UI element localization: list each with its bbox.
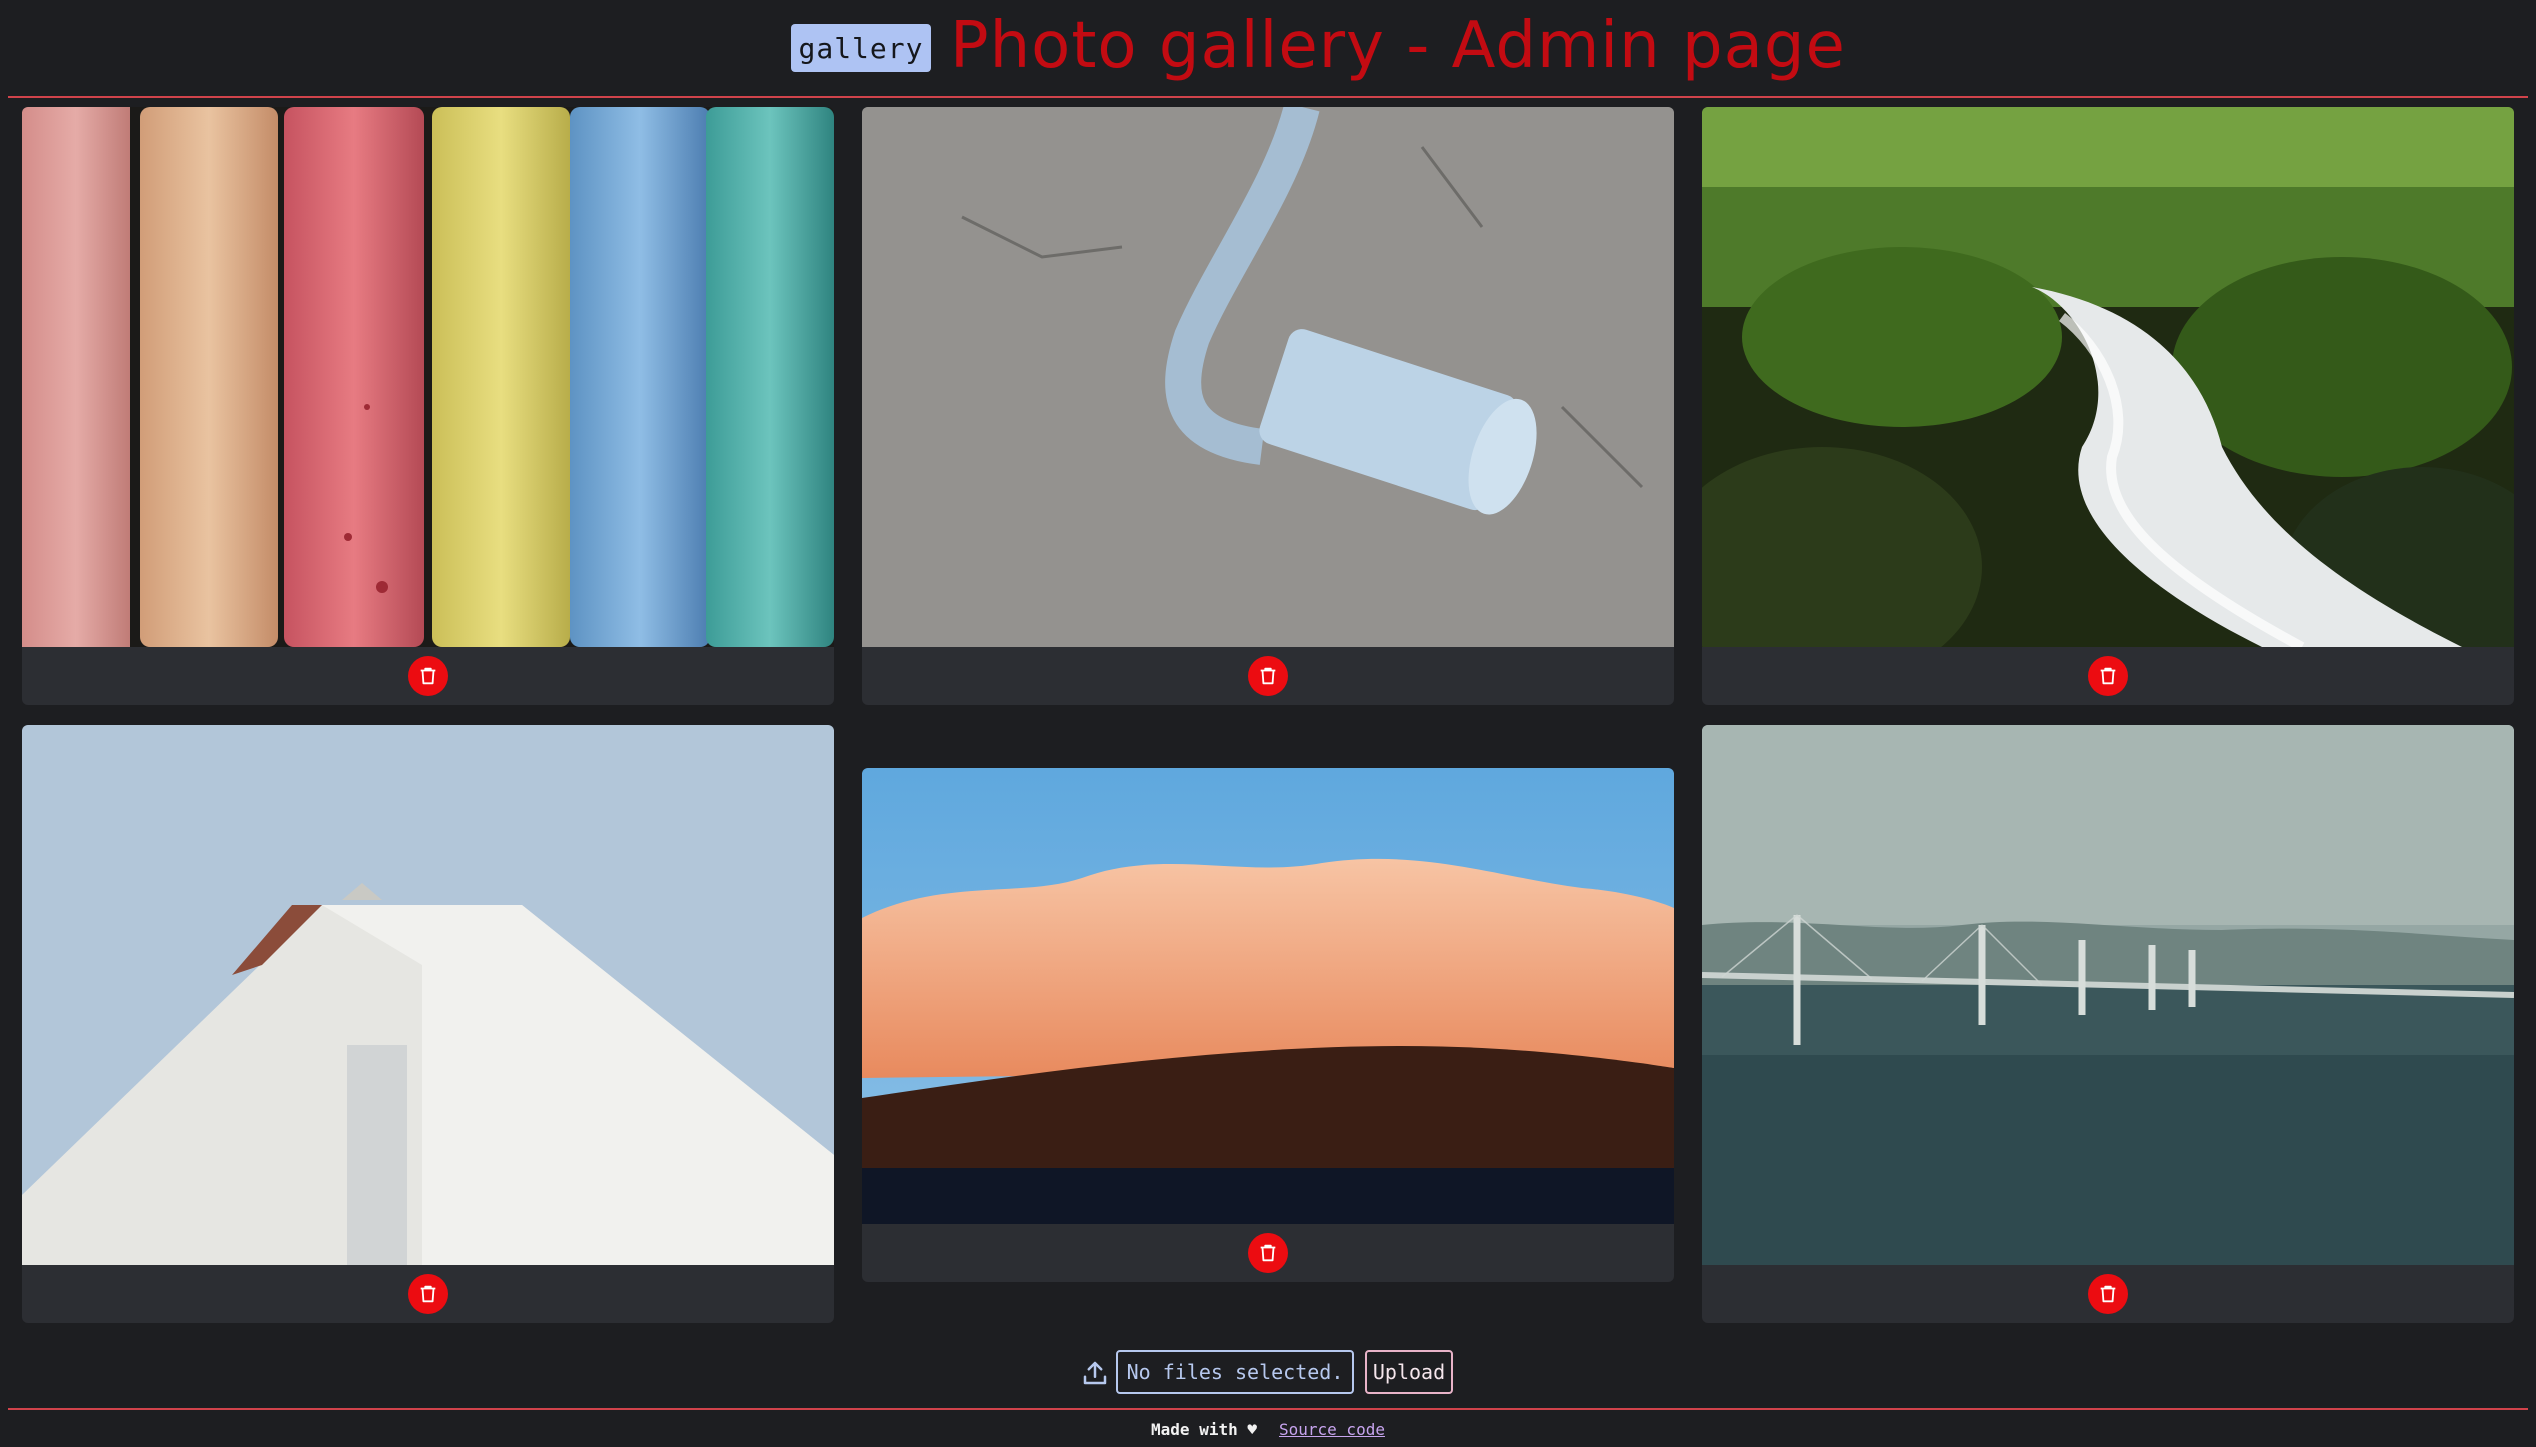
trash-icon <box>420 667 436 685</box>
trash-icon <box>1260 667 1276 685</box>
card-footer <box>862 647 1674 705</box>
home-link[interactable]: gallery <box>791 24 931 72</box>
file-input[interactable]: No files selected. <box>1116 1350 1354 1394</box>
photo-card <box>1702 107 2514 705</box>
delete-photo-button[interactable] <box>1248 656 1288 696</box>
photo-card <box>1702 725 2514 1323</box>
photo-sunset-clouds[interactable] <box>862 768 1674 1224</box>
upload-form: No files selected. Upload <box>0 1350 2536 1398</box>
photo-card <box>22 725 834 1323</box>
delete-photo-button[interactable] <box>408 656 448 696</box>
photo-bridge-sea[interactable] <box>1702 725 2514 1265</box>
card-footer <box>22 1265 834 1323</box>
page-title: Photo gallery - Admin page <box>950 9 1846 83</box>
delete-photo-button[interactable] <box>2088 656 2128 696</box>
source-code-link[interactable]: Source code <box>1279 1420 1385 1439</box>
trash-icon <box>2100 1285 2116 1303</box>
made-with-text: Made with ♥ <box>1151 1419 1257 1439</box>
trash-icon <box>420 1285 436 1303</box>
card-footer <box>1702 1265 2514 1323</box>
photo-card <box>22 107 834 705</box>
photo-forest-waterfall[interactable] <box>1702 107 2514 647</box>
site-footer: Made with ♥ Source code <box>0 1414 2536 1444</box>
photo-chalk-on-concrete[interactable] <box>862 107 1674 647</box>
page-header: gallery Photo gallery - Admin page <box>0 0 2536 96</box>
footer-divider <box>8 1408 2528 1410</box>
card-footer <box>1702 647 2514 705</box>
photo-chalk-sticks[interactable] <box>22 107 834 647</box>
photo-card <box>862 768 1674 1282</box>
trash-icon <box>1260 1244 1276 1262</box>
delete-photo-button[interactable] <box>408 1274 448 1314</box>
header-divider <box>8 96 2528 98</box>
card-footer <box>22 647 834 705</box>
trash-icon <box>2100 667 2116 685</box>
photo-card <box>862 107 1674 705</box>
upload-button[interactable]: Upload <box>1365 1350 1453 1394</box>
photo-white-roof[interactable] <box>22 725 834 1265</box>
delete-photo-button[interactable] <box>2088 1274 2128 1314</box>
delete-photo-button[interactable] <box>1248 1233 1288 1273</box>
upload-icon[interactable] <box>1080 1358 1110 1388</box>
card-footer <box>862 1224 1674 1282</box>
